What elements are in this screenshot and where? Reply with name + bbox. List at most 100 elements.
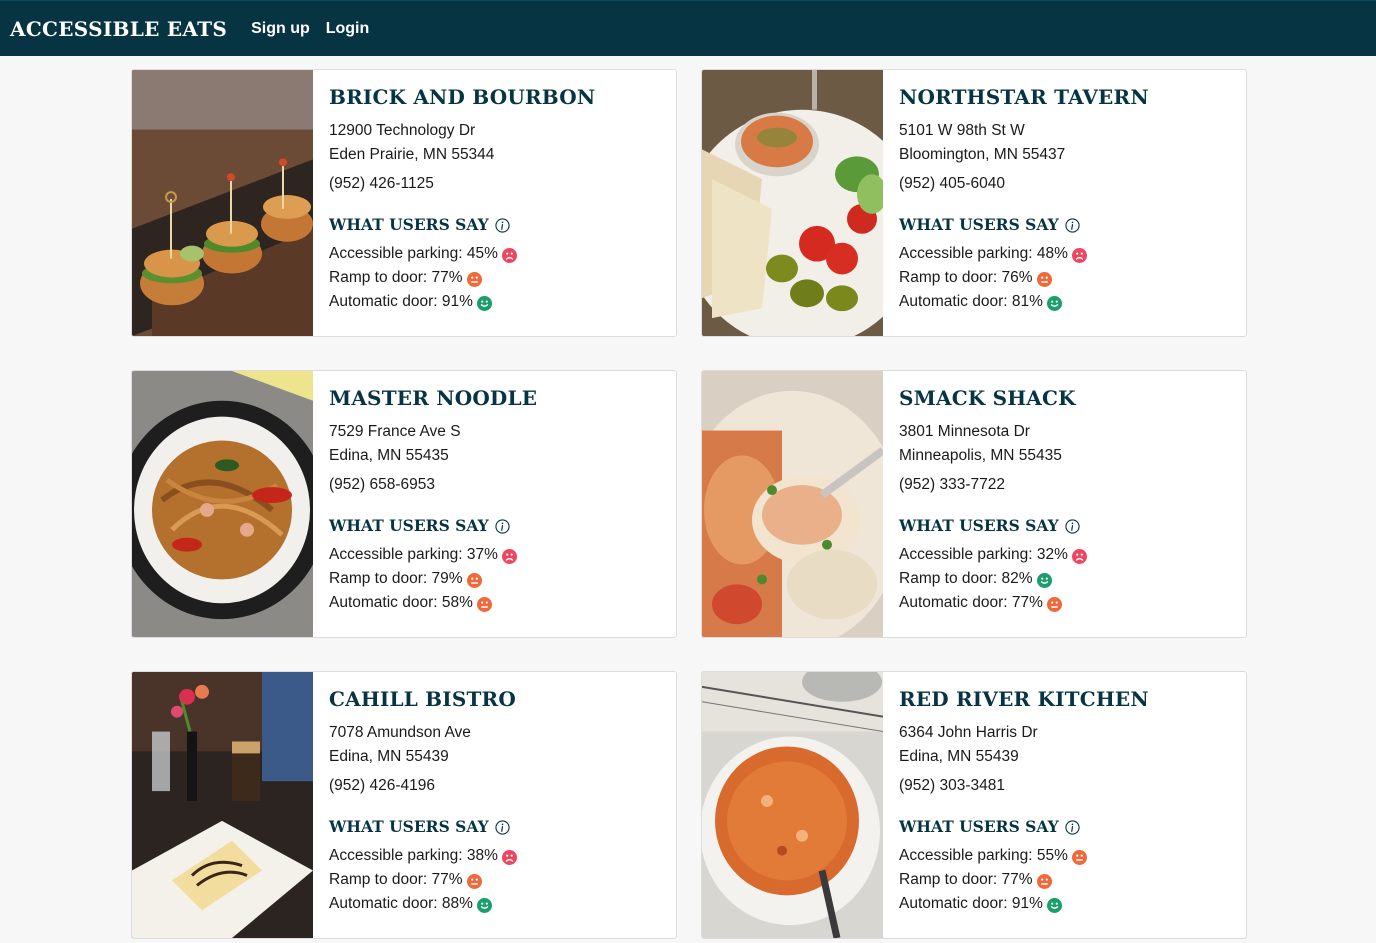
- restaurant-name[interactable]: SMACK SHACK: [899, 386, 1230, 410]
- info-icon[interactable]: [1065, 518, 1080, 534]
- info-icon[interactable]: [1065, 819, 1080, 835]
- sliders-burgers-photo[interactable]: [132, 70, 313, 336]
- smile-face-icon: [476, 295, 492, 311]
- lobster-mac-photo[interactable]: [702, 371, 883, 637]
- rating-label: Accessible parking: 32%: [899, 546, 1068, 563]
- section-heading-label: WHAT USERS SAY: [329, 817, 489, 836]
- info-icon[interactable]: [1065, 217, 1080, 233]
- what-users-say-heading: WHAT USERS SAY: [329, 817, 660, 836]
- address-line-1: 12900 Technology Dr: [329, 122, 476, 139]
- hummus-plate-photo[interactable]: [702, 70, 883, 336]
- neutral-face-icon: [466, 572, 482, 588]
- rating-label: Accessible parking: 37%: [329, 546, 498, 563]
- phone-number: (952) 426-4196: [329, 777, 435, 794]
- restaurant-info: SMACK SHACK 3801 Minnesota Dr Minneapoli…: [883, 371, 1246, 637]
- restaurant-card[interactable]: SMACK SHACK 3801 Minnesota Dr Minneapoli…: [701, 370, 1247, 638]
- rating-row: Accessible parking: 48%: [899, 242, 1230, 266]
- rating-label: Automatic door: 88%: [329, 895, 473, 912]
- neutral-face-icon: [1036, 873, 1052, 889]
- gumbo-bowl-photo[interactable]: [702, 672, 883, 938]
- address-line-2: Bloomington, MN 55437: [899, 146, 1066, 163]
- frown-face-icon: [1071, 247, 1087, 263]
- rating-row: Automatic door: 77%: [899, 591, 1230, 615]
- rating-row: Ramp to door: 77%: [329, 266, 660, 290]
- address-line-1: 7529 France Ave S: [329, 423, 461, 440]
- restaurant-name[interactable]: CAHILL BISTRO: [329, 687, 660, 711]
- restaurant-name[interactable]: NORTHSTAR TAVERN: [899, 85, 1230, 109]
- restaurant-card[interactable]: RED RIVER KITCHEN 6364 John Harris Dr Ed…: [701, 671, 1247, 939]
- info-icon[interactable]: [495, 819, 510, 835]
- restaurant-name[interactable]: MASTER NOODLE: [329, 386, 660, 410]
- section-heading-label: WHAT USERS SAY: [329, 516, 489, 535]
- rating-label: Ramp to door: 77%: [899, 871, 1033, 888]
- rating-row: Automatic door: 58%: [329, 591, 660, 615]
- rating-row: Ramp to door: 77%: [329, 868, 660, 892]
- top-navbar: ACCESSIBLE EATS Sign up Login: [0, 0, 1376, 56]
- neutral-face-icon: [1071, 849, 1087, 865]
- neutral-face-icon: [476, 596, 492, 612]
- address-line-2: Eden Prairie, MN 55344: [329, 146, 495, 163]
- phone-number: (952) 303-3481: [899, 777, 1005, 794]
- rating-row: Ramp to door: 77%: [899, 868, 1230, 892]
- rating-label: Automatic door: 58%: [329, 594, 473, 611]
- frown-face-icon: [1071, 548, 1087, 564]
- restaurant-info: CAHILL BISTRO 7078 Amundson Ave Edina, M…: [313, 672, 676, 938]
- rating-label: Automatic door: 81%: [899, 293, 1043, 310]
- address-line-2: Edina, MN 55439: [329, 748, 449, 765]
- info-icon[interactable]: [495, 217, 510, 233]
- rating-label: Automatic door: 91%: [329, 293, 473, 310]
- section-heading-label: WHAT USERS SAY: [899, 817, 1059, 836]
- rating-row: Ramp to door: 76%: [899, 266, 1230, 290]
- smile-face-icon: [476, 897, 492, 913]
- rating-label: Ramp to door: 79%: [329, 570, 463, 587]
- rating-row: Accessible parking: 55%: [899, 844, 1230, 868]
- rating-row: Automatic door: 91%: [899, 892, 1230, 916]
- phone-number: (952) 426-1125: [329, 175, 434, 192]
- what-users-say-heading: WHAT USERS SAY: [899, 817, 1230, 836]
- rating-row: Accessible parking: 37%: [329, 543, 660, 567]
- restaurant-card[interactable]: BRICK AND BOURBON 12900 Technology Dr Ed…: [131, 69, 677, 337]
- dessert-table-photo[interactable]: [132, 672, 313, 938]
- restaurant-name[interactable]: BRICK AND BOURBON: [329, 85, 660, 109]
- section-heading-label: WHAT USERS SAY: [899, 215, 1059, 234]
- what-users-say-heading: WHAT USERS SAY: [899, 516, 1230, 535]
- restaurant-info: MASTER NOODLE 7529 France Ave S Edina, M…: [313, 371, 676, 637]
- rating-row: Ramp to door: 82%: [899, 567, 1230, 591]
- restaurant-info: RED RIVER KITCHEN 6364 John Harris Dr Ed…: [883, 672, 1246, 938]
- rating-label: Ramp to door: 76%: [899, 269, 1033, 286]
- neutral-face-icon: [1036, 271, 1052, 287]
- what-users-say-heading: WHAT USERS SAY: [329, 516, 660, 535]
- neutral-face-icon: [466, 873, 482, 889]
- rating-label: Accessible parking: 38%: [329, 847, 498, 864]
- smile-face-icon: [1036, 572, 1052, 588]
- address-line-2: Minneapolis, MN 55435: [899, 447, 1062, 464]
- restaurant-card[interactable]: NORTHSTAR TAVERN 5101 W 98th St W Bloomi…: [701, 69, 1247, 337]
- section-heading-label: WHAT USERS SAY: [329, 215, 489, 234]
- rating-label: Automatic door: 77%: [899, 594, 1043, 611]
- rating-row: Automatic door: 81%: [899, 290, 1230, 314]
- rating-row: Accessible parking: 38%: [329, 844, 660, 868]
- neutral-face-icon: [466, 271, 482, 287]
- what-users-say-heading: WHAT USERS SAY: [899, 215, 1230, 234]
- what-users-say-heading: WHAT USERS SAY: [329, 215, 660, 234]
- noodles-photo[interactable]: [132, 371, 313, 637]
- address-line-1: 6364 John Harris Dr: [899, 724, 1038, 741]
- restaurant-grid: BRICK AND BOURBON 12900 Technology Dr Ed…: [131, 69, 1247, 939]
- rating-label: Automatic door: 91%: [899, 895, 1043, 912]
- section-heading-label: WHAT USERS SAY: [899, 516, 1059, 535]
- login-link[interactable]: Login: [326, 20, 370, 38]
- restaurant-name[interactable]: RED RIVER KITCHEN: [899, 687, 1230, 711]
- rating-label: Accessible parking: 45%: [329, 245, 498, 262]
- restaurant-card[interactable]: CAHILL BISTRO 7078 Amundson Ave Edina, M…: [131, 671, 677, 939]
- brand-logo-link[interactable]: ACCESSIBLE EATS: [10, 17, 227, 41]
- rating-row: Accessible parking: 32%: [899, 543, 1230, 567]
- address-line-1: 3801 Minnesota Dr: [899, 423, 1030, 440]
- rating-row: Automatic door: 91%: [329, 290, 660, 314]
- rating-label: Accessible parking: 48%: [899, 245, 1068, 262]
- frown-face-icon: [501, 849, 517, 865]
- restaurant-card[interactable]: MASTER NOODLE 7529 France Ave S Edina, M…: [131, 370, 677, 638]
- info-icon[interactable]: [495, 518, 510, 534]
- address-line-1: 7078 Amundson Ave: [329, 724, 471, 741]
- signup-link[interactable]: Sign up: [251, 20, 310, 38]
- rating-label: Ramp to door: 77%: [329, 269, 463, 286]
